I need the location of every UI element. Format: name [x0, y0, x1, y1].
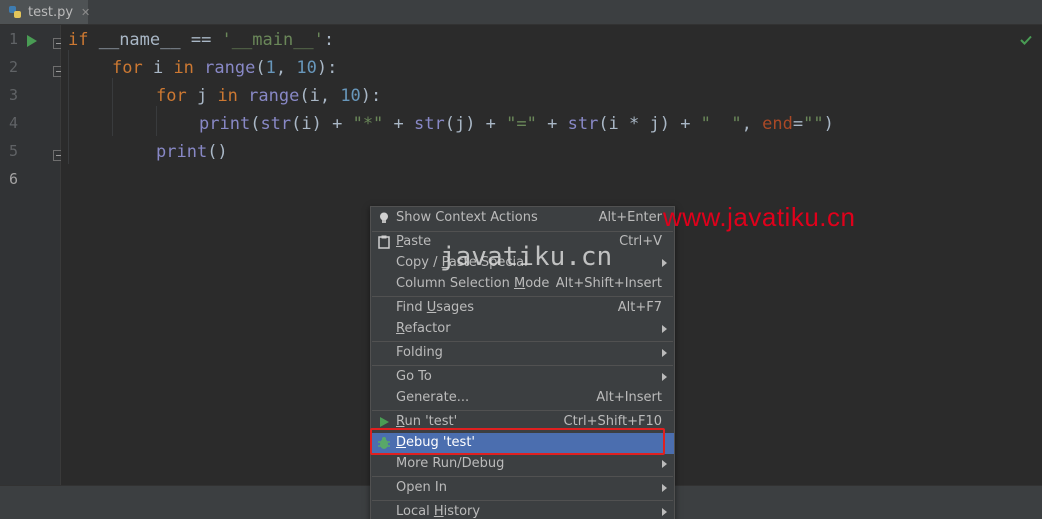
run-icon — [377, 415, 391, 429]
menu-separator — [372, 365, 673, 366]
menu-item-more-run-debug[interactable]: More Run/Debug — [371, 454, 674, 475]
watermark-red: www.javatiku.cn — [663, 202, 856, 232]
menu-item-show-context-actions[interactable]: Show Context Actions Alt+Enter — [371, 208, 674, 229]
code-line-5: print() — [156, 142, 228, 162]
submenu-arrow-icon — [662, 373, 667, 381]
menu-item-refactor[interactable]: Refactor — [371, 319, 674, 340]
menu-item-go-to[interactable]: Go To — [371, 367, 674, 388]
menu-separator — [372, 296, 673, 297]
menu-separator — [372, 341, 673, 342]
indent-guide — [112, 78, 113, 136]
watermark-gray: javatiku.cn — [440, 242, 613, 272]
submenu-arrow-icon — [662, 349, 667, 357]
submenu-arrow-icon — [662, 484, 667, 492]
editor-tab-bar: test.py ✕ — [0, 0, 1042, 25]
indent-guide — [156, 106, 157, 136]
bulb-icon — [377, 211, 391, 225]
code-line-3: for j in range(i, 10): — [156, 86, 382, 106]
close-tab-icon[interactable]: ✕ — [81, 6, 90, 19]
gutter-run-icon[interactable] — [26, 33, 38, 52]
line-number-2: 2 — [8, 58, 18, 76]
submenu-arrow-icon — [662, 508, 667, 516]
menu-separator — [372, 410, 673, 411]
submenu-arrow-icon — [662, 325, 667, 333]
line-number-3: 3 — [8, 86, 18, 104]
menu-item-open-in[interactable]: Open In — [371, 478, 674, 499]
tab-test-py[interactable]: test.py ✕ — [0, 0, 90, 24]
menu-separator — [372, 476, 673, 477]
submenu-arrow-icon — [662, 259, 667, 267]
python-file-icon — [8, 5, 22, 19]
menu-item-local-history[interactable]: Local History — [371, 502, 674, 519]
line-number-5: 5 — [8, 142, 18, 160]
code-line-1: if __name__ == '__main__': — [68, 30, 335, 50]
tab-label: test.py — [28, 4, 74, 20]
line-number-4: 4 — [8, 114, 18, 132]
menu-item-folding[interactable]: Folding — [371, 343, 674, 364]
code-line-4: print(str(i) + "*" + str(j) + "=" + str(… — [199, 114, 834, 134]
indent-guide — [68, 50, 69, 164]
annotation-highlight-box — [370, 428, 665, 455]
menu-item-column-selection-mode[interactable]: Column Selection Mode Alt+Shift+Insert — [371, 274, 674, 295]
line-number-6: 6 — [8, 170, 18, 188]
inspection-ok-icon[interactable] — [1020, 30, 1032, 49]
line-number-1: 1 — [8, 30, 18, 48]
clipboard-icon — [377, 235, 391, 249]
menu-item-find-usages[interactable]: Find Usages Alt+F7 — [371, 298, 674, 319]
menu-item-generate[interactable]: Generate... Alt+Insert — [371, 388, 674, 409]
menu-separator — [372, 500, 673, 501]
code-line-2: for i in range(1, 10): — [112, 58, 338, 78]
submenu-arrow-icon — [662, 460, 667, 468]
ide-window: test.py ✕ 1 2 3 4 5 6 if __name__ == '__… — [0, 0, 1042, 519]
